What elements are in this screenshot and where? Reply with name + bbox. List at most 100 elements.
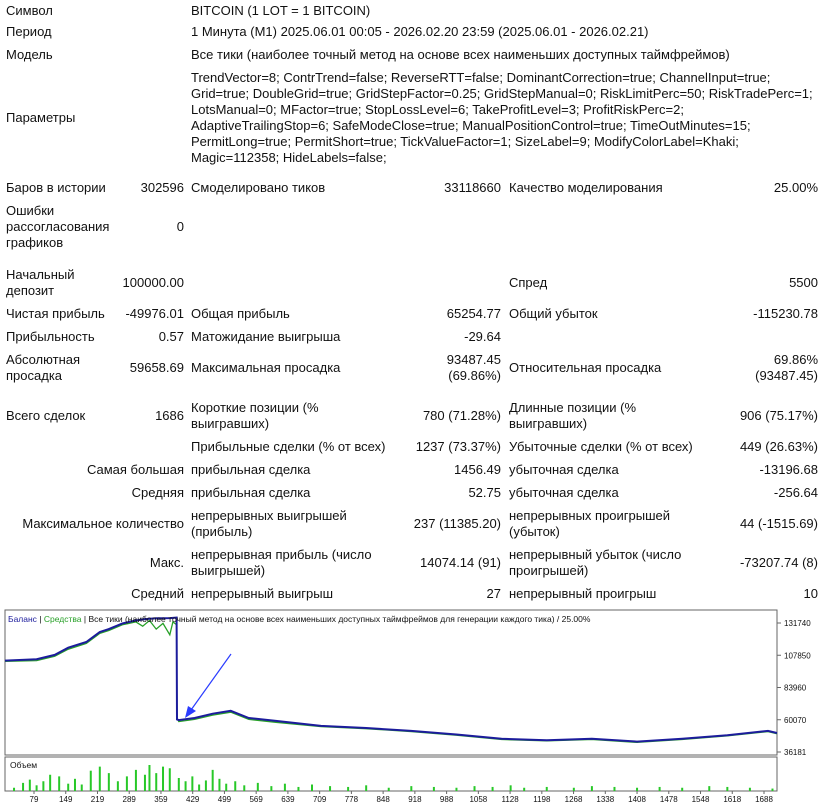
volume-bar <box>270 786 273 791</box>
profit-trades-value: 1237 (73.37%) <box>415 439 501 454</box>
volume-bar <box>125 776 128 791</box>
volume-bar <box>80 784 83 791</box>
x-tick-label: 569 <box>249 795 263 804</box>
x-tick-label: 1198 <box>533 795 551 804</box>
errors-label: графиков <box>6 235 64 250</box>
params-line: LotsManual=0; MFactor=true; StopLossLeve… <box>191 102 684 117</box>
max-consec-loss-label: непрерывных проигрышей <box>509 508 671 523</box>
x-tick-label: 149 <box>59 795 73 804</box>
x-tick-label: 1268 <box>565 795 583 804</box>
largest-profit-value: 1456.49 <box>454 462 501 477</box>
params-line: PermitLong=true; PermitShort=true; TickV… <box>191 134 739 149</box>
volume-bar <box>134 769 137 791</box>
volume-bar <box>107 773 110 791</box>
volume-frame <box>4 756 778 792</box>
balance-chart: 131740 107850 83960 60070 36181 79 149 219 289 3… <box>4 607 822 805</box>
x-tick-label: 1478 <box>660 795 678 804</box>
loss-trades-value: 449 (26.63%) <box>739 439 818 454</box>
max-drawdown-label: Максимальная просадка <box>191 360 341 375</box>
period-label: Период <box>6 24 52 39</box>
y-tick-label: 36181 <box>784 748 807 757</box>
profit-trades-label: Прибыльные сделки (% от всех) <box>191 439 386 454</box>
volume-bar <box>22 782 25 791</box>
volume-bar <box>162 766 165 791</box>
volume-bar <box>225 783 228 791</box>
volume-bar <box>155 773 158 791</box>
volume-bar <box>387 787 390 791</box>
volume-bar <box>177 778 180 791</box>
max-consec-label: Максимальное количество <box>22 516 184 531</box>
rel-drawdown-amount: (93487.45) <box>755 368 818 383</box>
volume-bar <box>218 778 221 791</box>
x-tick-label: 988 <box>440 795 454 804</box>
avg-consec-loss-label: непрерывный проигрыш <box>509 586 657 601</box>
x-tick-label: 1408 <box>628 795 646 804</box>
quality-label: Качество моделирования <box>509 180 663 195</box>
gross-loss-label: Общий убыток <box>509 306 598 321</box>
symbol-value: BITCOIN (1 LOT = 1 BITCOIN) <box>191 3 371 18</box>
params-line: Grid=true; DoubleGrid=true; GridStepFact… <box>191 86 813 101</box>
largest-loss-value: -13196.68 <box>759 462 818 477</box>
x-tick-label: 79 <box>30 795 39 804</box>
max-consec-profit-label: непрерывная прибыль (число <box>191 547 372 562</box>
volume-bar <box>58 776 61 791</box>
volume-bar <box>297 786 300 791</box>
volume-bar <box>67 783 70 791</box>
volume-bar <box>13 787 16 791</box>
volume-bar <box>35 785 38 791</box>
y-tick-label: 107850 <box>784 651 811 660</box>
max-consec-loss-label: (убыток) <box>509 524 560 539</box>
x-tick-label: 918 <box>408 795 422 804</box>
volume-bar <box>658 786 661 791</box>
volume-bar <box>234 781 237 791</box>
volume-bar <box>473 786 476 791</box>
params-line: Magic=112358; HideLabels=false; <box>191 150 387 165</box>
avg-consec-win-label: непрерывный выигрыш <box>191 586 334 601</box>
volume-bar <box>748 787 751 791</box>
chart-frame <box>4 609 778 756</box>
total-trades-label: Всего сделок <box>6 408 86 423</box>
average-label: Средняя <box>131 485 184 500</box>
gross-profit-value: 65254.77 <box>446 306 501 321</box>
volume-bar <box>98 766 101 791</box>
quality-value: 25.00% <box>773 180 818 195</box>
model-label: Модель <box>6 47 53 62</box>
volume-bar <box>42 781 45 791</box>
max-consec-profit-label: выигрышей) <box>191 563 266 578</box>
x-tick-label: 1548 <box>692 795 710 804</box>
expected-payoff-value: -29.64 <box>464 329 501 344</box>
ticks-label: Смоделировано тиков <box>191 180 326 195</box>
long-pos-label: Длинные позиции (% <box>509 400 637 415</box>
volume-bar <box>590 786 593 791</box>
volume-bar <box>283 783 286 791</box>
x-tick-label: 219 <box>91 795 105 804</box>
period-value: 1 Минута (M1) 2025.06.01 00:05 - 2026.02… <box>191 24 649 39</box>
rel-drawdown-value: 69.86% <box>773 352 818 367</box>
largest-label: Самая большая <box>86 462 184 477</box>
errors-label: Ошибки <box>6 203 55 218</box>
volume-bar <box>329 786 332 791</box>
volume-bar <box>410 786 413 791</box>
max-drawdown-value: 93487.45 <box>446 352 501 367</box>
volume-bar <box>432 786 435 791</box>
long-pos-value: 906 (75.17%) <box>739 408 818 423</box>
profit-factor-value: 0.57 <box>158 329 184 344</box>
x-tick-label: 499 <box>218 795 232 804</box>
max-consec2-label: Макс. <box>149 555 184 570</box>
net-profit-label: Чистая прибыль <box>6 306 105 321</box>
volume-bar <box>89 770 92 791</box>
abs-drawdown-label: Абсолютная <box>6 352 81 367</box>
volume-bar <box>726 786 729 791</box>
y-tick-label: 83960 <box>784 684 807 693</box>
deposit-value: 100000.00 <box>122 275 184 290</box>
volume-label: Объем <box>10 760 37 770</box>
volume-bar <box>256 782 259 791</box>
abs-drawdown-value: 59658.69 <box>129 360 184 375</box>
max-consec-lossamt-label: проигрышей) <box>509 563 589 578</box>
long-pos-label: выигравших) <box>509 416 588 431</box>
short-pos-label: выигравших) <box>191 416 270 431</box>
gross-loss-value: -115230.78 <box>753 306 818 321</box>
y-tick-label: 60070 <box>784 716 807 725</box>
volume-bar <box>771 788 774 791</box>
volume-bar <box>347 786 350 791</box>
